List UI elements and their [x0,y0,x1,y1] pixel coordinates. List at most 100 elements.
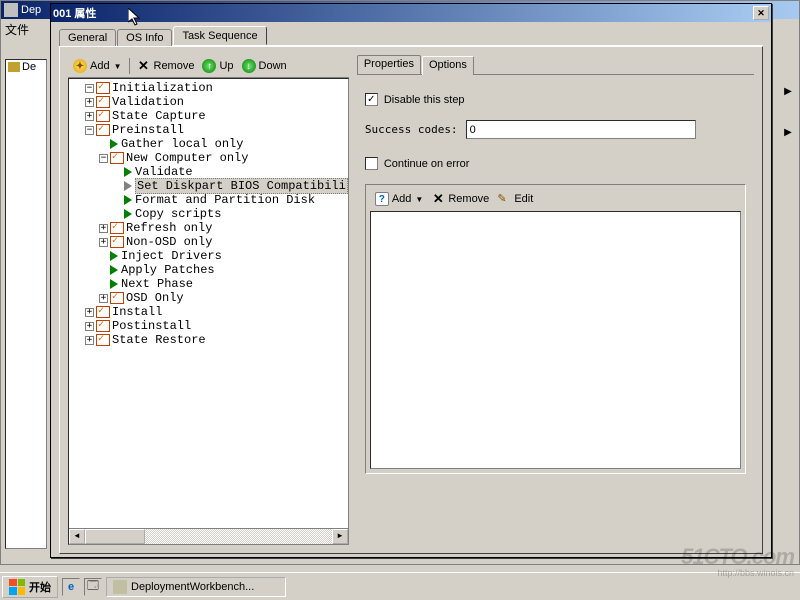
check-icon [96,110,110,122]
tree-row[interactable]: Copy scripts [69,207,348,221]
cond-add-button[interactable]: ?Add▼ [372,191,427,207]
tree-row[interactable]: +Refresh only [69,221,348,235]
tree-label: Install [112,305,162,319]
disable-step-checkbox[interactable]: ✓ [365,93,378,106]
tree-row[interactable]: − Initialization [69,81,348,95]
dialog-title: 001 属性 [53,5,96,21]
tree-label: Next Phase [121,277,193,291]
dialog-titlebar[interactable]: 001 属性 ✕ [51,4,771,22]
check-icon [96,334,110,346]
tree-expander[interactable]: + [85,322,94,331]
tree-expander[interactable]: + [99,224,108,233]
tree-label: Initialization [112,81,213,95]
tree-label: OSD Only [126,291,184,305]
tree-expander[interactable]: + [85,308,94,317]
subtab-properties[interactable]: Properties [357,55,421,74]
chevron-right-icon[interactable]: ▶ [784,127,792,138]
tree-expander[interactable]: + [85,98,94,107]
tree-row[interactable]: +State Capture [69,109,348,123]
tree-expander[interactable]: − [99,154,108,163]
tree-label: Inject Drivers [121,249,222,263]
tree-row[interactable]: −New Computer only [69,151,348,165]
close-button[interactable]: ✕ [753,6,769,20]
tree-expander[interactable]: + [85,336,94,345]
continue-on-error-checkbox[interactable] [365,157,378,170]
arrow-icon [110,265,118,275]
scroll-track[interactable] [85,529,332,544]
tree-row[interactable]: + Install [69,305,348,319]
bg-tree-root[interactable]: De [6,60,46,74]
sequence-tree[interactable]: − Initialization+Validation+State Capture… [68,78,349,545]
tree-row[interactable]: Gather local only [69,137,348,151]
tree-row[interactable]: −Preinstall [69,123,348,137]
scroll-left-button[interactable]: ◄ [69,529,85,544]
start-label: 开始 [29,579,51,595]
quicklaunch-desktop[interactable]: 🗔 [84,578,102,596]
cond-remove-button[interactable]: ✕Remove [428,191,492,207]
tree-row[interactable]: +Validation [69,95,348,109]
chevron-right-icon[interactable]: ▶ [784,86,792,97]
check-icon [110,236,124,248]
tree-row[interactable]: + OSD Only [69,291,348,305]
tree-expander[interactable]: + [85,112,94,121]
taskbar-app-button[interactable]: DeploymentWorkbench... [106,577,286,597]
tree-expander[interactable]: − [85,84,94,93]
horizontal-scrollbar[interactable]: ◄ ► [69,528,348,544]
tree-expander[interactable]: − [85,126,94,135]
tree-row[interactable]: Apply Patches [69,263,348,277]
scroll-thumb[interactable] [85,529,145,544]
conditions-list[interactable] [370,211,741,469]
success-codes-row: Success codes: [365,120,746,139]
remove-icon: ✕ [431,192,445,206]
dropdown-icon: ▼ [114,62,122,71]
tree-row[interactable]: +Postinstall [69,319,348,333]
tree-label: Format and Partition Disk [135,193,315,207]
dropdown-icon: ▼ [415,195,423,204]
quicklaunch-ie[interactable]: e [62,578,80,596]
tree-row[interactable]: Next Phase [69,277,348,291]
separator [129,58,130,74]
tree-label: Validate [135,165,193,179]
desktop-icon: 🗔 [87,577,99,596]
tree-expander[interactable]: + [99,294,108,303]
tree-row[interactable]: Format and Partition Disk [69,193,348,207]
tree-row[interactable]: Validate [69,165,348,179]
check-icon [96,124,110,136]
scroll-right-button[interactable]: ► [332,529,348,544]
menu-file[interactable]: 文件 [5,23,29,37]
bg-title: Dep [21,4,41,16]
tree-label: State Restore [112,333,206,347]
ie-icon: e [68,581,74,593]
tab-general[interactable]: General [59,29,116,46]
subtabs: Properties Options [357,55,754,75]
start-button[interactable]: 开始 [2,576,58,598]
check-icon [110,152,124,164]
sequence-panel: ✦Add▼ ✕Remove ↑Up ↓Down −Initialization+… [68,55,349,545]
tab-tasksequence[interactable]: Task Sequence [173,26,266,45]
tree-row[interactable]: Set Diskpart BIOS Compatibili [69,179,348,193]
success-codes-label: Success codes: [365,123,458,136]
arrow-icon [110,279,118,289]
tree-row[interactable]: + Non-OSD only [69,235,348,249]
cond-edit-button[interactable]: Edit [494,191,536,207]
success-codes-input[interactable] [466,120,696,139]
tree-row[interactable]: Inject Drivers [69,249,348,263]
options-panel: Properties Options ✓ Disable this step S… [357,55,754,545]
tree-expander[interactable]: + [99,238,108,247]
remove-icon: ✕ [137,59,151,73]
down-button[interactable]: ↓Down [239,58,290,74]
disable-step-label: Disable this step [384,94,465,106]
tree-row[interactable]: + State Restore [69,333,348,347]
watermark: 51CTO.com [681,544,794,570]
up-button[interactable]: ↑Up [199,58,236,74]
remove-button[interactable]: ✕Remove [134,58,198,74]
subtab-options[interactable]: Options [422,56,474,75]
tab-osinfo[interactable]: OS Info [117,29,172,46]
arrow-icon [124,195,132,205]
watermark-sub: http://bbs.winois.cn [717,568,794,578]
mmc-icon [113,580,127,594]
check-icon [96,82,110,94]
edit-icon [497,192,511,206]
add-button[interactable]: ✦Add▼ [70,58,125,74]
tree-label: Non-OSD only [126,235,212,249]
